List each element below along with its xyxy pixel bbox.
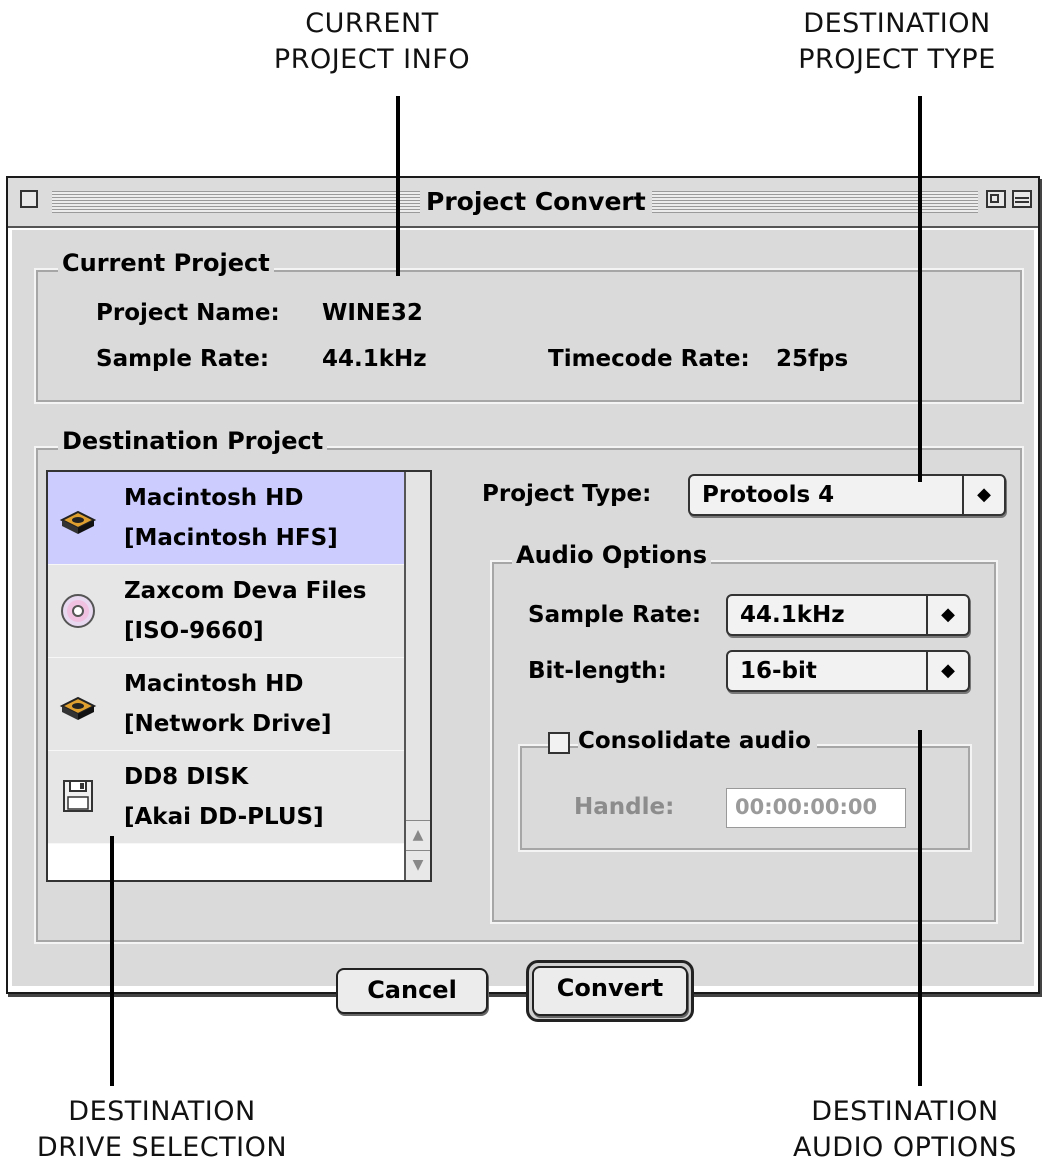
- project-type-value: Protools 4: [702, 482, 835, 508]
- callout-line-project-type: [918, 96, 922, 482]
- drive-name: Macintosh HD: [124, 485, 304, 511]
- callout-line-drive-selection: [110, 836, 114, 1086]
- drive-name: Zaxcom Deva Files: [124, 578, 367, 604]
- consolidate-audio-label[interactable]: Consolidate audio: [578, 726, 817, 756]
- project-type-popup[interactable]: Protools 4 ◆: [688, 474, 1006, 516]
- hard-drive-icon: [59, 510, 97, 534]
- scroll-up-icon[interactable]: ▲: [406, 820, 430, 850]
- callout-line: DESTINATION: [803, 8, 991, 39]
- audio-options-title: Audio Options: [512, 540, 712, 570]
- project-convert-window: Project Convert Current Project Project …: [6, 176, 1040, 1022]
- cancel-button[interactable]: Cancel: [336, 968, 488, 1014]
- current-project-title: Current Project: [58, 248, 274, 278]
- bit-length-label: Bit-length:: [528, 658, 667, 684]
- timecode-rate-value: 25fps: [776, 346, 849, 372]
- consolidate-audio-checkbox[interactable]: [548, 732, 570, 754]
- handle-input[interactable]: 00:00:00:00: [726, 788, 906, 828]
- convert-button[interactable]: Convert: [532, 966, 688, 1016]
- project-type-label: Project Type:: [482, 481, 652, 507]
- drive-item[interactable]: Zaxcom Deva Files [ISO-9660]: [48, 565, 418, 658]
- current-project-group: [34, 268, 1024, 404]
- close-box-icon[interactable]: [20, 190, 38, 208]
- project-name-label: Project Name:: [96, 300, 280, 326]
- bit-length-popup[interactable]: 16-bit ◆: [726, 650, 970, 692]
- audio-sample-rate-value: 44.1kHz: [740, 602, 845, 628]
- drive-item[interactable]: DD8 DISK [Akai DD-PLUS]: [48, 751, 418, 844]
- sample-rate-label: Sample Rate:: [96, 346, 270, 372]
- sample-rate-value: 44.1kHz: [322, 346, 427, 372]
- zoom-box-icon[interactable]: [986, 190, 1006, 208]
- cd-disc-icon: [61, 594, 95, 628]
- hard-drive-icon: [59, 696, 97, 720]
- drive-format: [Akai DD-PLUS]: [124, 804, 324, 830]
- callout-line-audio-options: [918, 730, 922, 1086]
- callout-destination-audio-options: DESTINATION AUDIO OPTIONS: [770, 1094, 1040, 1166]
- callout-current-project-info: CURRENT PROJECT INFO: [232, 6, 512, 78]
- callout-destination-drive-selection: DESTINATION DRIVE SELECTION: [12, 1094, 312, 1166]
- collapse-box-icon[interactable]: [1012, 190, 1032, 208]
- callout-line: DESTINATION: [811, 1096, 999, 1127]
- scroll-down-icon[interactable]: ▼: [406, 850, 430, 880]
- callout-line-current-project: [396, 96, 400, 276]
- project-name-value: WINE32: [322, 300, 423, 326]
- callout-line: CURRENT: [305, 8, 439, 39]
- popup-arrows-icon: ◆: [926, 652, 968, 690]
- callout-destination-project-type: DESTINATION PROJECT TYPE: [752, 6, 1042, 78]
- drive-list-scrollbar[interactable]: ▲ ▼: [404, 472, 430, 880]
- destination-project-title: Destination Project: [58, 426, 328, 456]
- drive-format: [Macintosh HFS]: [124, 525, 338, 551]
- bit-length-value: 16-bit: [740, 658, 817, 684]
- handle-label: Handle:: [574, 794, 675, 820]
- callout-line: AUDIO OPTIONS: [793, 1132, 1017, 1163]
- drive-item[interactable]: Macintosh HD [Macintosh HFS]: [48, 472, 418, 565]
- popup-arrows-icon: ◆: [926, 596, 968, 634]
- window-title: Project Convert: [420, 182, 652, 222]
- callout-line: DRIVE SELECTION: [36, 1132, 288, 1163]
- audio-sample-rate-popup[interactable]: 44.1kHz ◆: [726, 594, 970, 636]
- drive-name: Macintosh HD: [124, 671, 304, 697]
- drive-name: DD8 DISK: [124, 764, 249, 790]
- dialog-body: Current Project Project Name: WINE32 Sam…: [12, 230, 1034, 1022]
- callout-line: PROJECT INFO: [273, 44, 471, 75]
- drive-format: [Network Drive]: [124, 711, 332, 737]
- callout-line: DESTINATION: [68, 1096, 256, 1127]
- drive-item[interactable]: Macintosh HD [Network Drive]: [48, 658, 418, 751]
- audio-sample-rate-label: Sample Rate:: [528, 602, 702, 628]
- callout-line: PROJECT TYPE: [798, 44, 996, 75]
- drive-list[interactable]: Macintosh HD [Macintosh HFS] Zaxcom Deva…: [46, 470, 432, 882]
- floppy-disk-icon: [63, 780, 93, 812]
- title-bar[interactable]: Project Convert: [8, 178, 1038, 228]
- popup-arrows-icon: ◆: [962, 476, 1004, 514]
- timecode-rate-label: Timecode Rate:: [548, 346, 750, 372]
- drive-format: [ISO-9660]: [124, 618, 264, 644]
